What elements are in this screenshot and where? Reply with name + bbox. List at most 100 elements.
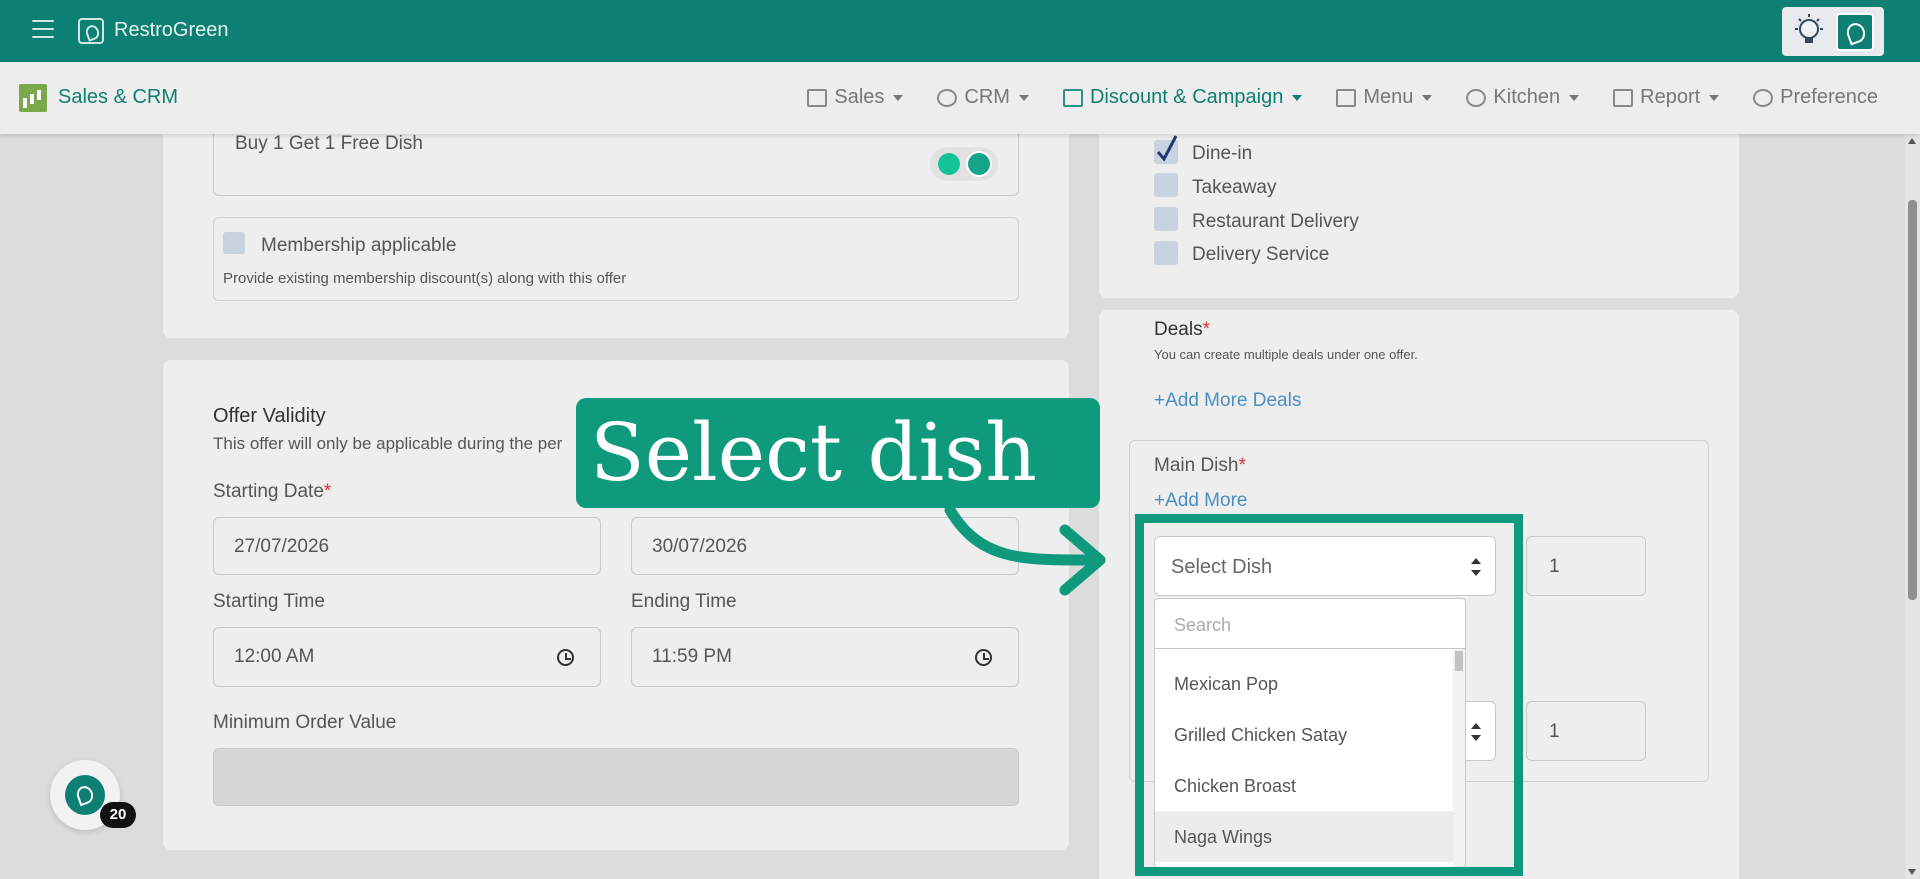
restaurant-delivery-checkbox[interactable]: [1154, 207, 1178, 231]
nav-report-label: Report: [1640, 86, 1701, 108]
scroll-up-icon[interactable]: [1908, 138, 1916, 144]
nav-crm[interactable]: CRM: [937, 86, 1029, 109]
dish-option[interactable]: Grilled Chicken Satay: [1155, 709, 1455, 760]
start-date-input[interactable]: 27/07/2026: [213, 517, 601, 575]
dish-option[interactable]: Mexican Pop: [1155, 658, 1455, 709]
order-type-label: Restaurant Delivery: [1192, 211, 1359, 232]
quantity-value: 1: [1549, 556, 1560, 577]
deals-title-text: Deals: [1154, 319, 1203, 340]
dropdown-scroll-thumb[interactable]: [1455, 651, 1463, 671]
app-name: RestroGreen: [114, 19, 229, 41]
sales-crm-module-icon: [19, 84, 47, 112]
nav-menu-item[interactable]: Menu: [1336, 86, 1433, 109]
membership-help: Provide existing membership discount(s) …: [223, 270, 627, 287]
callout-text: Select dish: [590, 406, 1037, 499]
sort-updown-icon: [1471, 558, 1481, 576]
offer-description-value: Buy 1 Get 1 Free Dish: [235, 133, 423, 154]
caret-down-icon: [1292, 94, 1303, 101]
order-type-label: Takeaway: [1192, 177, 1277, 198]
nav-crm-label: CRM: [964, 86, 1010, 108]
grammarly-widget[interactable]: [930, 147, 998, 181]
start-date-label-text: Starting Date: [213, 481, 324, 502]
order-type-label: Delivery Service: [1192, 244, 1330, 265]
menu-list-icon: [1336, 88, 1357, 107]
delivery-service-checkbox[interactable]: [1154, 241, 1178, 265]
nav-sales[interactable]: Sales: [807, 86, 904, 109]
start-time-value: 12:00 AM: [234, 646, 315, 667]
restrogreen-logo-icon: [78, 18, 104, 44]
app-switcher-icon[interactable]: [1836, 13, 1874, 51]
validity-title: Offer Validity: [213, 405, 326, 427]
end-time-value: 11:59 PM: [652, 646, 732, 667]
nav-report[interactable]: Report: [1613, 86, 1720, 109]
nav-sales-label: Sales: [834, 86, 885, 108]
sort-updown-icon: [1471, 723, 1481, 741]
megaphone-icon: [1062, 88, 1083, 107]
second-quantity-input[interactable]: 1: [1526, 701, 1646, 761]
chef-hat-icon: [1466, 88, 1487, 107]
required-mark: *: [1238, 455, 1246, 476]
pos-icon: [807, 88, 828, 107]
min-order-label: Minimum Order Value: [213, 712, 397, 733]
end-time-input[interactable]: 11:59 PM: [631, 627, 1019, 687]
dine-in-checkbox[interactable]: [1154, 134, 1178, 164]
dish-option[interactable]: Naga Wings: [1155, 811, 1455, 862]
select-dish-placeholder: Select Dish: [1171, 556, 1273, 578]
clock-icon[interactable]: [557, 649, 574, 666]
page-scroll-thumb[interactable]: [1908, 200, 1917, 600]
caret-down-icon: [1569, 94, 1580, 101]
order-type-label: Dine-in: [1192, 143, 1253, 164]
quantity-input[interactable]: 1: [1526, 536, 1646, 596]
quantity-value: 1: [1549, 721, 1560, 742]
nav-preference[interactable]: Preference: [1753, 86, 1878, 109]
start-time-input[interactable]: 12:00 AM: [213, 627, 601, 687]
end-date-value: 30/07/2026: [652, 536, 748, 557]
dish-option[interactable]: Chicken Broast: [1155, 760, 1455, 811]
top-right-widgets: [1782, 7, 1884, 56]
membership-checkbox[interactable]: [223, 232, 245, 254]
grammarly-suggest-icon: [938, 153, 960, 175]
top-bar: RestroGreen: [0, 0, 1920, 62]
nav-discount-label: Discount & Campaign: [1089, 86, 1284, 108]
dish-search-placeholder: Search: [1174, 615, 1232, 635]
lightbulb-icon[interactable]: [1790, 12, 1828, 50]
callout-arrow-icon: [944, 504, 1106, 596]
start-date-value: 27/07/2026: [234, 536, 330, 557]
min-order-input[interactable]: [213, 748, 1019, 806]
select-dish-dropdown[interactable]: Select Dish: [1154, 536, 1496, 596]
required-mark: *: [1202, 319, 1210, 340]
membership-box: Membership applicable Provide existing m…: [213, 217, 1019, 301]
add-more-deals-link[interactable]: +Add More Deals: [1154, 390, 1301, 412]
tutorial-callout: Select dish: [576, 398, 1100, 508]
membership-label: Membership applicable: [261, 235, 457, 256]
dish-dropdown-list: Search Mexican Pop Grilled Chicken Satay…: [1154, 598, 1466, 868]
page-scrollbar[interactable]: [1905, 134, 1920, 879]
start-time-label: Starting Time: [213, 591, 325, 612]
caret-down-icon: [1422, 94, 1433, 101]
nav-discount-campaign[interactable]: Discount & Campaign: [1062, 86, 1303, 109]
clock-icon[interactable]: [975, 649, 992, 666]
required-mark: *: [323, 481, 332, 502]
nav-kitchen[interactable]: Kitchen: [1466, 86, 1580, 109]
start-date-label: Starting Date*: [213, 481, 331, 503]
add-more-link[interactable]: +Add More: [1154, 490, 1247, 512]
nav-kitchen-label: Kitchen: [1493, 86, 1561, 108]
nav-preference-label: Preference: [1780, 86, 1878, 108]
deals-help: You can create multiple deals under one …: [1154, 347, 1418, 362]
end-time-label: Ending Time: [631, 591, 737, 612]
dish-search-input[interactable]: Search: [1155, 599, 1465, 649]
document-icon: [1613, 88, 1634, 107]
grammarly-icon: [966, 151, 992, 177]
hamburger-menu-icon[interactable]: [32, 20, 54, 40]
dropdown-scrollbar[interactable]: [1453, 649, 1465, 867]
main-dish-label-text: Main Dish: [1154, 455, 1239, 476]
notification-badge: 20: [100, 802, 136, 828]
users-icon: [937, 88, 958, 107]
gear-icon: [1753, 88, 1774, 107]
nav-menu-label: Menu: [1363, 86, 1414, 108]
module-navbar: Sales & CRM Sales CRM Discount & Campaig…: [0, 62, 1920, 134]
nav-menu: Sales CRM Discount & Campaign Menu Kitch…: [807, 86, 1878, 109]
scroll-down-icon[interactable]: [1908, 869, 1916, 875]
module-title[interactable]: Sales & CRM: [58, 86, 178, 109]
takeaway-checkbox[interactable]: [1154, 173, 1178, 197]
